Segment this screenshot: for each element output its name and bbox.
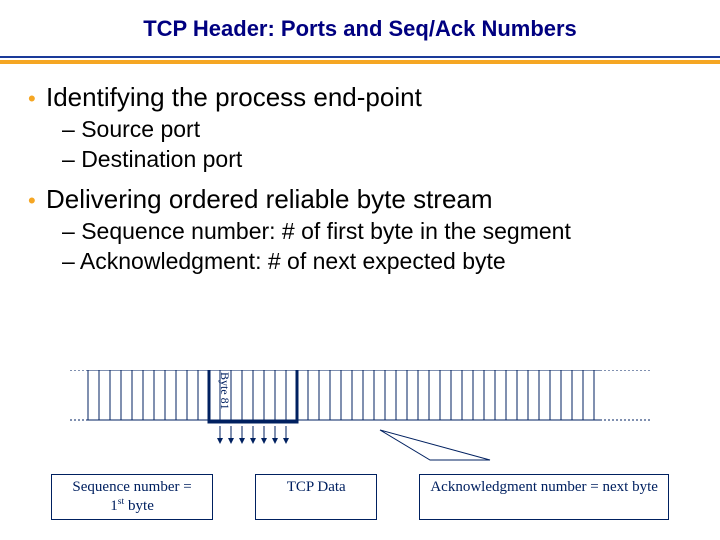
bullet-2-sub-2: – Acknowledgment: # of next expected byt… — [62, 247, 702, 276]
bullet-1-sub-2: – Destination port — [62, 145, 702, 174]
bullet-2: •Delivering ordered reliable byte stream — [28, 184, 702, 215]
bullet-2-sub-1-text: Sequence number: # of first byte in the … — [81, 218, 571, 244]
title-divider — [0, 46, 720, 66]
bullet-1-sub-2-text: Destination port — [81, 146, 242, 172]
slide-title: TCP Header: Ports and Seq/Ack Numbers — [0, 0, 720, 42]
bullet-1-sub-1: – Source port — [62, 115, 702, 144]
bullet-1-text: Identifying the process end-point — [46, 82, 422, 112]
bullet-dot-icon: • — [28, 188, 46, 214]
bullet-2-sub-1: – Sequence number: # of first byte in th… — [62, 217, 702, 246]
bullet-2-sub-2-text: Acknowledgment: # of next expected byte — [80, 248, 506, 274]
bullet-2-text: Delivering ordered reliable byte stream — [46, 184, 493, 214]
bullet-1-sub-1-text: Source port — [81, 116, 200, 142]
byte-81-label: Byte 81 — [217, 372, 232, 410]
bullet-dot-icon: • — [28, 86, 46, 112]
tcp-data-caption: TCP Data — [255, 474, 377, 521]
slide-body: •Identifying the process end-point – Sou… — [0, 66, 720, 276]
seq-caption: Sequence number = 1st byte — [51, 474, 213, 521]
seq-caption-num: 1 — [110, 498, 118, 514]
seq-caption-line1: Sequence number = — [72, 479, 191, 495]
ack-caption: Acknowledgment number = next byte — [419, 474, 669, 521]
seq-caption-tail: byte — [124, 498, 154, 514]
bullet-1: •Identifying the process end-point — [28, 82, 702, 113]
